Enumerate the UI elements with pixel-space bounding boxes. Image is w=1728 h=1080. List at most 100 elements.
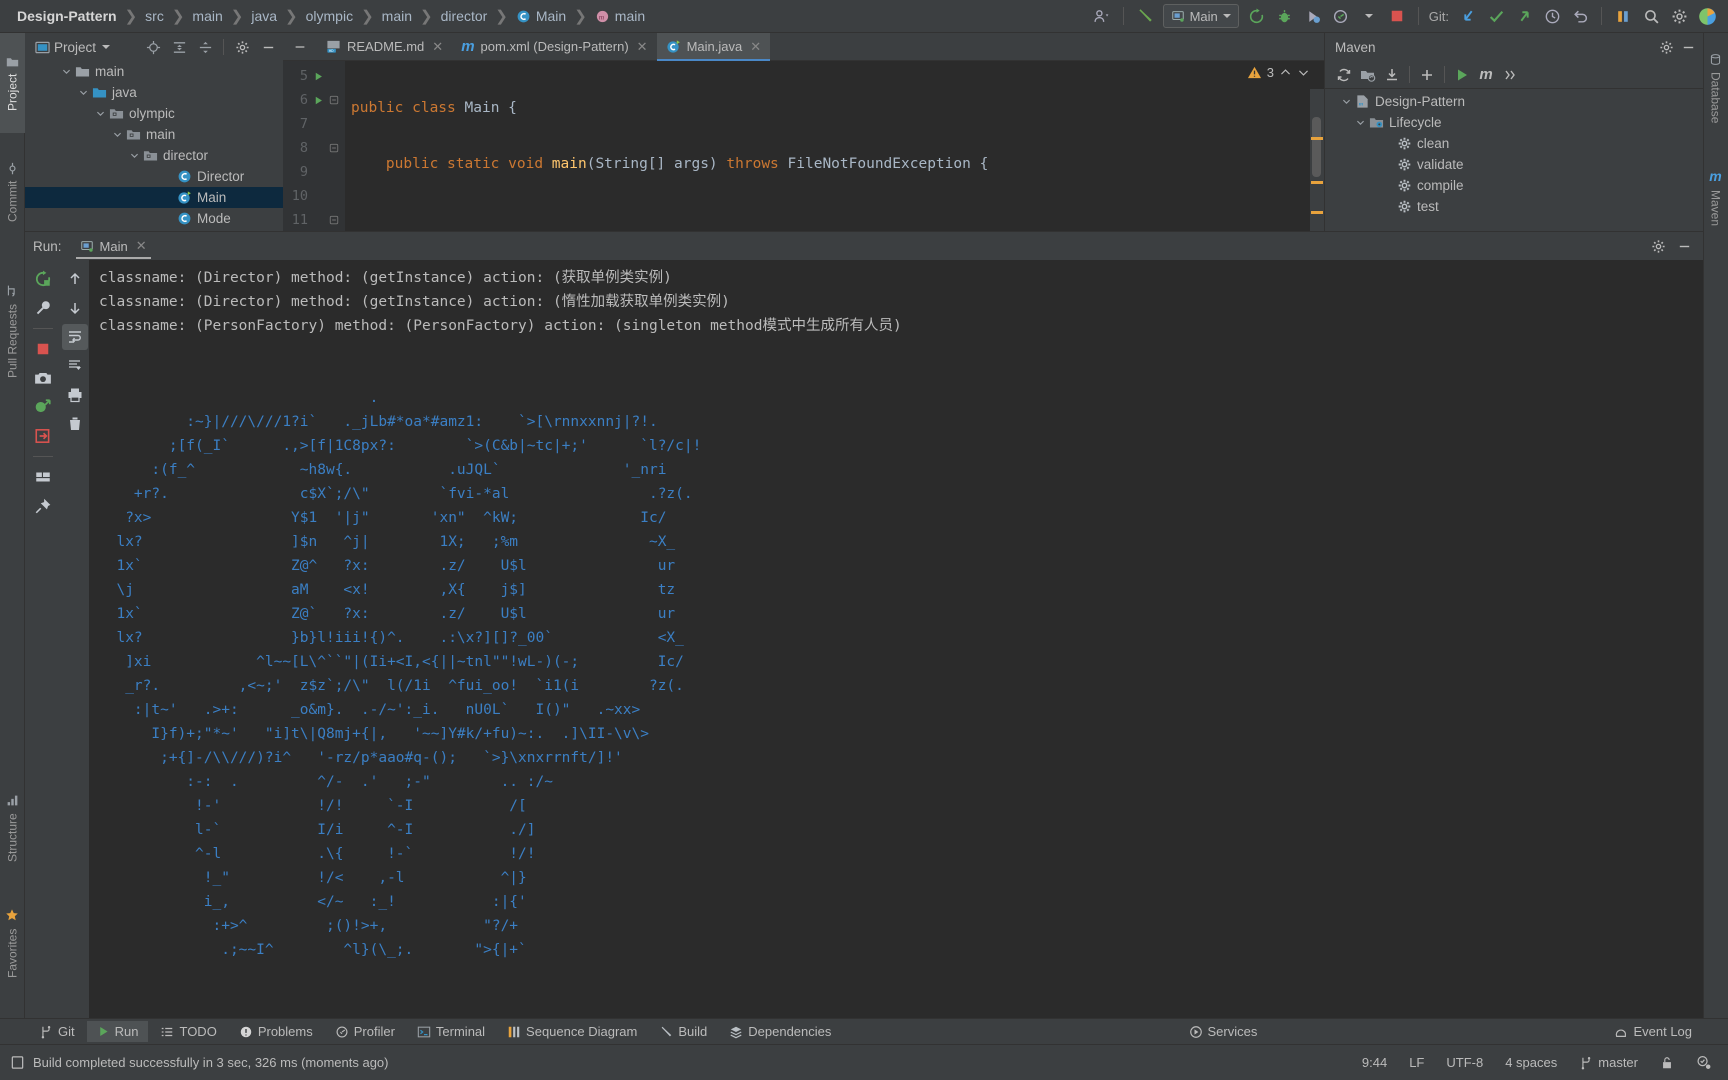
edit-configuration-button[interactable] [30,295,56,321]
chevron-down-icon[interactable] [1353,117,1367,128]
chevron-down-icon[interactable] [59,66,73,77]
breadcrumb-item-design-pattern[interactable]: Design-Pattern [12,8,122,24]
gear-icon[interactable] [231,36,253,58]
chevron-down-icon[interactable] [1222,14,1231,18]
stop-icon[interactable] [1384,3,1410,29]
search-everywhere-icon[interactable] [1638,3,1664,29]
expand-all-icon[interactable] [168,36,190,58]
bottom-tab-services[interactable]: Services [1179,1021,1268,1042]
maven-tree-node-compile[interactable]: compile [1325,175,1703,196]
git-branch-widget[interactable]: master [1572,1055,1645,1070]
lock-icon[interactable] [1653,1056,1681,1070]
commit-check-icon[interactable] [1483,3,1509,29]
close-icon[interactable]: ✕ [136,238,147,254]
breadcrumb-item-director[interactable]: director [436,8,493,24]
down-the-stack-trace-button[interactable] [62,295,88,321]
gutter-line-8[interactable]: 8 [283,136,345,160]
run-arrow-icon[interactable] [313,71,324,82]
chevron-down-icon[interactable] [127,150,141,161]
indent-setting[interactable]: 4 spaces [1498,1055,1564,1070]
maven-tree-node-test[interactable]: test [1325,196,1703,217]
breadcrumb-item-olympic[interactable]: olympic [301,8,358,24]
maven-m-icon[interactable]: m [1475,64,1497,86]
breadcrumb-item-main[interactable]: main [187,8,227,24]
run-configuration-selector[interactable]: Main [1162,4,1239,28]
pin-tab-button[interactable] [30,493,56,519]
chevron-down-icon[interactable] [102,45,111,49]
fold-marker-icon[interactable] [329,95,339,105]
run-arrow-icon[interactable] [313,95,324,106]
sidebar-item-database[interactable]: Database [1703,33,1728,143]
update-project-icon[interactable] [1455,3,1481,29]
print-button[interactable] [62,382,88,408]
user-avatar-icon[interactable] [1089,3,1115,29]
error-stripe-markers[interactable] [1310,89,1324,231]
project-tree-node-java[interactable]: java [25,82,283,103]
warning-marker[interactable] [1311,137,1323,140]
bottom-tab-terminal[interactable]: Terminal [407,1021,495,1042]
diff-icon[interactable] [1610,3,1636,29]
chevron-down-icon[interactable] [93,108,107,119]
close-icon[interactable]: ✕ [637,39,648,55]
close-icon[interactable]: ✕ [432,39,443,55]
breadcrumb-item-src[interactable]: src [140,8,169,24]
sidebar-item-commit[interactable]: Commit [0,137,25,247]
caret-position[interactable]: 9:44 [1355,1055,1394,1070]
gutter-line-5[interactable]: 5 [283,64,345,88]
gutter-line-6[interactable]: 6 [283,88,345,112]
scrollbar-thumb[interactable] [1312,117,1321,177]
chevron-down-icon[interactable] [1297,66,1310,79]
snapshot-button[interactable] [30,365,56,391]
inspection-widget[interactable]: 3 [1247,65,1310,80]
thread-dump-button[interactable] [30,394,56,420]
debug-bug-icon[interactable] [1272,3,1298,29]
plus-icon[interactable] [1416,64,1438,86]
run-coverage-icon[interactable] [1300,3,1326,29]
gear-icon[interactable] [1647,235,1669,257]
project-tree-node-main[interactable]: main [25,61,283,82]
bottom-tab-profiler[interactable]: Profiler [325,1021,405,1042]
minimize-icon[interactable] [1673,235,1695,257]
warning-marker[interactable] [1311,211,1323,214]
collapse-all-icon[interactable] [194,36,216,58]
history-clock-icon[interactable] [1539,3,1565,29]
breadcrumb-item-main[interactable]: main [377,8,417,24]
line-separator[interactable]: LF [1402,1055,1431,1070]
reload-all-maven-projects-icon[interactable] [1333,64,1355,86]
bottom-tab-build[interactable]: Build [649,1021,717,1042]
bottom-tab-dependencies[interactable]: Dependencies [719,1021,841,1042]
gutter-line-10[interactable]: 10 [283,184,345,208]
minimize-icon[interactable] [1677,36,1699,58]
project-tree-node-main[interactable]: Main [25,187,283,208]
code-editor[interactable]: 5 6 7 8 9 10 11 public class Main { public sta… [283,61,1324,231]
build-hammer-icon[interactable] [1132,3,1158,29]
export-button[interactable] [30,423,56,449]
event-log-button[interactable]: Event Log [1604,1021,1702,1042]
chevron-down-icon[interactable] [1339,96,1353,107]
editor-tab-pom-xml-design-pattern-[interactable]: m pom.xml (Design-Pattern) ✕ [452,33,656,60]
bottom-tab-git[interactable]: Git [29,1021,85,1042]
fold-marker-icon[interactable] [329,143,339,153]
editor-tab-main-java[interactable]: Main.java ✕ [656,33,771,61]
soft-wrap-button[interactable] [62,324,88,350]
chevron-down-icon[interactable] [76,87,90,98]
inspection-level-icon[interactable] [1689,1055,1718,1070]
up-the-stack-trace-button[interactable] [62,266,88,292]
editor-gutter[interactable]: 5 6 7 8 9 10 11 [283,61,345,231]
sidebar-item-favorites[interactable]: Favorites [0,887,25,999]
bottom-tab-todo[interactable]: TODO [150,1021,226,1042]
minimize-icon[interactable] [257,36,279,58]
generate-sources-icon[interactable] [1357,64,1379,86]
chevron-down-icon[interactable] [1356,3,1382,29]
notification-icon[interactable] [10,1055,25,1070]
chevron-down-icon[interactable] [110,129,124,140]
profiler-icon[interactable] [1328,3,1354,29]
rerun-button[interactable] [30,266,56,292]
editor-tab-readme-md[interactable]: HD README.md ✕ [317,33,452,60]
maven-tree-node-validate[interactable]: validate [1325,154,1703,175]
breadcrumb-item-java[interactable]: java [246,8,282,24]
bottom-tab-sequence-diagram[interactable]: Sequence Diagram [497,1021,647,1042]
project-tree-node-main[interactable]: main [25,124,283,145]
ide-logo-icon[interactable] [1694,3,1720,29]
close-icon[interactable]: ✕ [750,39,761,55]
